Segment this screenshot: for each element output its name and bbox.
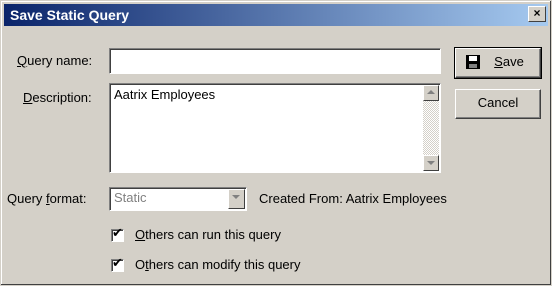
- close-button[interactable]: ×: [528, 6, 546, 22]
- floppy-disk-icon: [466, 55, 480, 69]
- description-label: Description:: [23, 90, 92, 105]
- save-button[interactable]: Save: [454, 47, 542, 79]
- others-can-run-checkbox[interactable]: ✔: [111, 226, 124, 242]
- scroll-down-button[interactable]: [423, 155, 439, 171]
- close-icon: ×: [533, 6, 541, 20]
- dialog-title: Save Static Query: [10, 7, 130, 23]
- title-bar[interactable]: Save Static Query ×: [4, 4, 548, 26]
- description-value: Aatrix Employees: [114, 87, 216, 102]
- save-button-label: Save: [494, 54, 524, 69]
- description-scrollbar[interactable]: [423, 85, 439, 171]
- others-can-run-label[interactable]: Others can run this query: [135, 227, 281, 242]
- others-can-modify-label[interactable]: Others can modify this query: [135, 257, 300, 272]
- created-from-text: Created From: Aatrix Employees: [259, 191, 447, 206]
- query-format-select[interactable]: Static: [109, 187, 247, 211]
- save-static-query-dialog: Save Static Query × Query name: Descript…: [0, 0, 552, 286]
- query-name-input[interactable]: [109, 48, 441, 74]
- scroll-up-button[interactable]: [423, 85, 439, 101]
- query-format-dropdown-button[interactable]: [228, 189, 245, 209]
- cancel-button[interactable]: Cancel: [455, 89, 541, 119]
- others-can-modify-checkbox[interactable]: ✔: [111, 256, 124, 272]
- arrow-down-icon: [427, 161, 435, 165]
- arrow-up-icon: [427, 90, 435, 94]
- checkmark-icon: ✔: [112, 256, 123, 271]
- query-name-label: Query name:: [17, 53, 93, 68]
- chevron-down-icon: [232, 195, 240, 199]
- description-textarea[interactable]: Aatrix Employees: [109, 83, 441, 173]
- checkmark-icon: ✔: [112, 226, 123, 241]
- query-format-value: Static: [114, 190, 147, 205]
- query-format-label: Query format:: [7, 191, 87, 206]
